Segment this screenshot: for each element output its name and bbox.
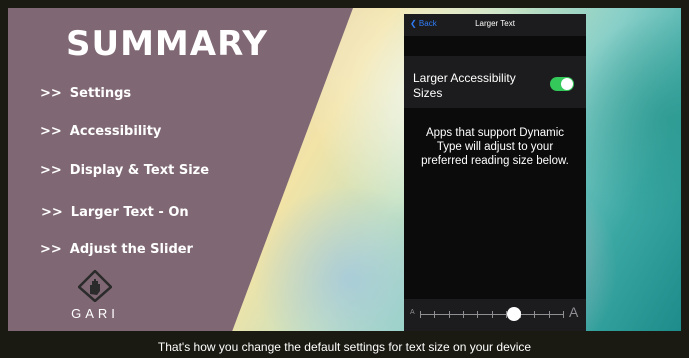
toggle-knob [561, 78, 573, 90]
arrows-icon: >> [41, 205, 63, 220]
slider-tick [477, 311, 478, 318]
nav-bar: ❮ Back Larger Text [404, 14, 586, 36]
slider-thumb[interactable] [507, 307, 521, 321]
summary-item-label: Settings [69, 86, 132, 101]
slider-tick [420, 311, 421, 318]
summary-item-larger-text: >> Larger Text - On [41, 205, 189, 220]
arrows-icon: >> [40, 242, 62, 257]
arrows-icon: >> [40, 86, 62, 101]
logo-text: GARI [71, 306, 119, 321]
arrows-icon: >> [40, 163, 62, 178]
video-frame: SUMMARY >> Settings >> Accessibility >> Dis… [0, 0, 689, 358]
slide: SUMMARY >> Settings >> Accessibility >> Dis… [8, 8, 681, 331]
slider-tick [563, 311, 564, 318]
summary-item-adjust-slider: >> Adjust the Slider [40, 242, 193, 257]
large-text-icon: A [569, 304, 579, 320]
larger-accessibility-sizes-toggle[interactable] [550, 77, 574, 91]
hand-logo-icon [78, 270, 112, 302]
slider-tick [434, 311, 435, 318]
summary-item-label: Display & Text Size [69, 163, 210, 178]
summary-item-label: Larger Text - On [70, 205, 189, 220]
slider-tick [534, 311, 535, 318]
slider-tick [492, 311, 493, 318]
summary-item-display-text-size: >> Display & Text Size [40, 163, 209, 178]
slider-tick [449, 311, 450, 318]
arrows-icon: >> [40, 124, 62, 139]
slider-tick [463, 311, 464, 318]
summary-item-label: Accessibility [69, 124, 162, 139]
summary-item-label: Adjust the Slider [69, 242, 193, 257]
larger-accessibility-sizes-row: Larger Accessibility Sizes [404, 56, 586, 108]
description-text: Apps that support Dynamic Type will adju… [421, 127, 569, 167]
video-caption: That's how you change the default settin… [157, 340, 532, 354]
toggle-label: Larger Accessibility Sizes [413, 71, 516, 100]
text-size-slider-row: A A [404, 299, 586, 331]
slider-tick [549, 311, 550, 318]
summary-item-settings: >> Settings [40, 86, 131, 101]
nav-title: Larger Text [475, 19, 515, 28]
summary-item-accessibility: >> Accessibility [40, 124, 161, 139]
small-text-icon: A [410, 309, 415, 316]
gari-logo: GARI [70, 270, 120, 328]
text-size-slider[interactable] [420, 311, 564, 318]
slide-title: SUMMARY [66, 24, 269, 64]
phone-screenshot: ❮ Back Larger Text Larger Accessibility … [404, 14, 586, 331]
